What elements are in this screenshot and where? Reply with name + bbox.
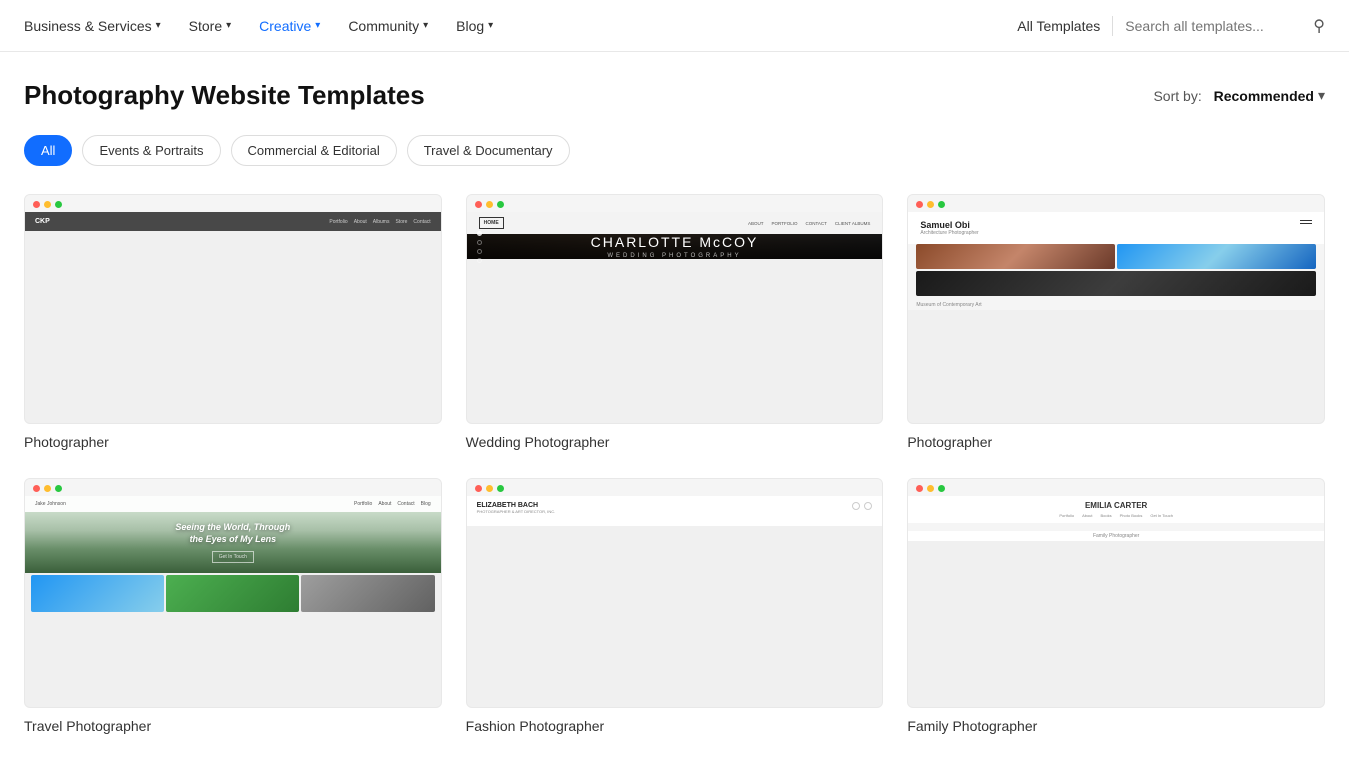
- sort-by-label: Sort by:: [1153, 88, 1201, 104]
- thumbnail-label: Family Photographer: [908, 531, 1324, 541]
- template-card[interactable]: CKP Portfolio About Albums Store Contact…: [24, 194, 442, 450]
- thumbnail-topbar: Jake Johnson PortfolioAboutContactBlog: [25, 496, 441, 512]
- template-label: Photographer: [907, 434, 1325, 450]
- search-icon[interactable]: ⚲: [1313, 16, 1325, 36]
- template-thumbnail: CKP Portfolio About Albums Store Contact…: [24, 194, 442, 424]
- chevron-icon: ▾: [156, 20, 161, 31]
- thumbnail-hero-text: CHARLOTTE McCOY WEDDING PHOTOGRAPHY: [591, 234, 759, 259]
- chevron-icon: ▾: [315, 20, 320, 31]
- main-content: Photography Website Templates Sort by: R…: [0, 52, 1349, 774]
- page-title: Photography Website Templates: [24, 80, 425, 111]
- hamburger-icon: [1300, 220, 1312, 224]
- thumbnail-nav: Portfolio About Albums Store Contact: [329, 219, 430, 225]
- thumbnail-nav-dots: [477, 231, 482, 263]
- chevron-down-icon: ▾: [1318, 87, 1325, 104]
- all-templates-link[interactable]: All Templates: [1017, 18, 1100, 34]
- sort-by-value: Recommended: [1214, 88, 1314, 104]
- thumbnail-hero-text: Seeing the World, Throughthe Eyes of My …: [175, 522, 290, 563]
- window-dot-yellow: [44, 201, 51, 208]
- filter-tab-travel[interactable]: Travel & Documentary: [407, 135, 570, 166]
- search-input[interactable]: [1125, 18, 1305, 34]
- thumbnail-topbar: Samuel Obi Architecture Photographer: [908, 212, 1324, 244]
- template-card[interactable]: EMILIA CARTER Portfolio About Books Phot…: [907, 478, 1325, 734]
- window-dot-green: [55, 485, 62, 492]
- nav-item-creative[interactable]: Creative ▾: [259, 14, 320, 38]
- filter-tab-events[interactable]: Events & Portraits: [82, 135, 220, 166]
- window-dot-green: [938, 485, 945, 492]
- template-thumbnail: HOME ABOUT PORTFOLIO CONTACT CLIENT ALBU…: [466, 194, 884, 424]
- nav-left: Business & Services ▾ Store ▾ Creative ▾…: [24, 14, 1017, 38]
- template-grid: CKP Portfolio About Albums Store Contact…: [24, 194, 1325, 734]
- template-thumbnail: Samuel Obi Architecture Photographer Mus…: [907, 194, 1325, 424]
- window-dot-red: [916, 485, 923, 492]
- nav-item-store[interactable]: Store ▾: [189, 14, 232, 38]
- window-dot-yellow: [486, 485, 493, 492]
- window-dot-yellow: [486, 201, 493, 208]
- search-bar: ⚲: [1125, 16, 1325, 36]
- template-label: Photographer: [24, 434, 442, 450]
- page-header: Photography Website Templates Sort by: R…: [24, 80, 1325, 111]
- navbar: Business & Services ▾ Store ▾ Creative ▾…: [0, 0, 1349, 52]
- window-dot-green: [938, 201, 945, 208]
- window-dot-green: [497, 201, 504, 208]
- template-label: Travel Photographer: [24, 718, 442, 734]
- thumbnail-hero: CHARLOTTE McCOY WEDDING PHOTOGRAPHY: [467, 234, 883, 259]
- thumbnail-label: Museum of Contemporary Art: [908, 300, 1324, 310]
- nav-right: All Templates ⚲: [1017, 16, 1325, 36]
- nav-item-business[interactable]: Business & Services ▾: [24, 14, 161, 38]
- template-thumbnail: ELIZABETH BACH PHOTOGRAPHER & ART DIRECT…: [466, 478, 884, 708]
- thumbnail-grid: [467, 520, 883, 526]
- thumbnail-bottom-strip: [25, 573, 441, 618]
- chevron-icon: ▾: [226, 20, 231, 31]
- template-card[interactable]: Jake Johnson PortfolioAboutContactBlog S…: [24, 478, 442, 734]
- thumbnail-topbar: CKP Portfolio About Albums Store Contact: [25, 212, 441, 231]
- window-dot-red: [475, 201, 482, 208]
- template-card[interactable]: ELIZABETH BACH PHOTOGRAPHER & ART DIRECT…: [466, 478, 884, 734]
- thumbnail-hero: Seeing the World, Throughthe Eyes of My …: [25, 512, 441, 573]
- filter-tabs: All Events & Portraits Commercial & Edit…: [24, 135, 1325, 166]
- template-label: Fashion Photographer: [466, 718, 884, 734]
- window-dot-yellow: [44, 485, 51, 492]
- sort-by-dropdown[interactable]: Sort by: Recommended ▾: [1153, 87, 1325, 104]
- thumbnail-grid: [908, 523, 1324, 531]
- window-dot-red: [916, 201, 923, 208]
- window-dot-red: [33, 201, 40, 208]
- chevron-icon: ▾: [423, 20, 428, 31]
- nav-divider: [1112, 16, 1113, 36]
- template-thumbnail: Jake Johnson PortfolioAboutContactBlog S…: [24, 478, 442, 708]
- thumbnail-brand: CKP: [35, 218, 50, 225]
- template-card[interactable]: HOME ABOUT PORTFOLIO CONTACT CLIENT ALBU…: [466, 194, 884, 450]
- nav-item-blog[interactable]: Blog ▾: [456, 14, 493, 38]
- template-label: Family Photographer: [907, 718, 1325, 734]
- filter-tab-commercial[interactable]: Commercial & Editorial: [231, 135, 397, 166]
- nav-item-community[interactable]: Community ▾: [348, 14, 428, 38]
- thumbnail-photos: [908, 244, 1324, 300]
- thumbnail-topbar: EMILIA CARTER Portfolio About Books Phot…: [908, 496, 1324, 523]
- window-dot-red: [475, 485, 482, 492]
- template-thumbnail: EMILIA CARTER Portfolio About Books Phot…: [907, 478, 1325, 708]
- window-dot-red: [33, 485, 40, 492]
- template-card[interactable]: Samuel Obi Architecture Photographer Mus…: [907, 194, 1325, 450]
- filter-tab-all[interactable]: All: [24, 135, 72, 166]
- window-dot-yellow: [927, 201, 934, 208]
- window-dot-green: [497, 485, 504, 492]
- window-dot-green: [55, 201, 62, 208]
- window-dot-yellow: [927, 485, 934, 492]
- thumbnail-topbar: ELIZABETH BACH PHOTOGRAPHER & ART DIRECT…: [467, 496, 883, 520]
- template-label: Wedding Photographer: [466, 434, 884, 450]
- chevron-icon: ▾: [488, 20, 493, 31]
- thumbnail-topbar: HOME ABOUT PORTFOLIO CONTACT CLIENT ALBU…: [467, 212, 883, 234]
